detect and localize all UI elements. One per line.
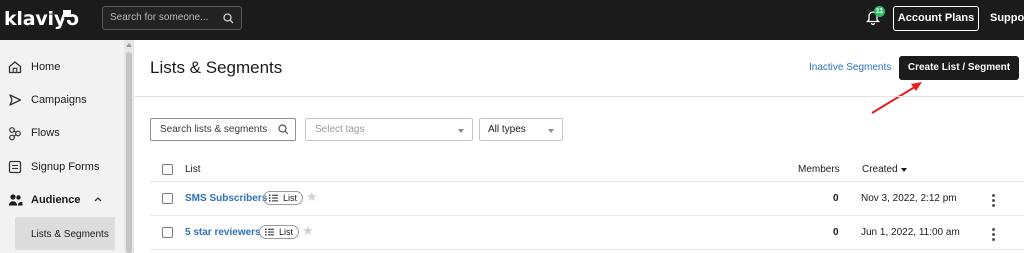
- more-options-icon[interactable]: [992, 194, 995, 209]
- flows-icon: [9, 127, 21, 141]
- sidebar-item-label: Signup Forms: [31, 161, 100, 173]
- select-all-checkbox[interactable]: [162, 164, 173, 175]
- row-checkbox[interactable]: [162, 193, 173, 204]
- types-select[interactable]: All types: [479, 118, 563, 141]
- page-title: Lists & Segments: [150, 58, 283, 77]
- sidebar-item-campaigns[interactable]: Campaigns: [0, 88, 124, 112]
- sidebar-scrollbar-thumb[interactable]: [126, 52, 132, 253]
- sidebar-item-home[interactable]: Home: [0, 55, 124, 79]
- list-type-badge: List: [259, 225, 300, 239]
- list-name-link[interactable]: 5 star reviewers: [185, 227, 261, 238]
- sort-desc-icon[interactable]: [901, 168, 907, 172]
- members-count: 0: [833, 227, 839, 238]
- account-plans-button[interactable]: Account Plans: [893, 6, 979, 31]
- search-icon: [278, 124, 289, 135]
- list-name-link[interactable]: SMS Subscribers: [185, 193, 267, 204]
- tags-select[interactable]: Select tags: [305, 118, 473, 141]
- types-select-value: All types: [488, 124, 526, 135]
- notification-badge: 11: [874, 6, 885, 17]
- top-bar: klaviyo Search for someone... 11 Account…: [0, 0, 1024, 40]
- created-date: Nov 3, 2022, 2:12 pm: [861, 193, 957, 204]
- scroll-up-arrow-icon[interactable]: [126, 43, 132, 47]
- star-icon[interactable]: ★: [306, 189, 318, 205]
- lists-search-input[interactable]: Search lists & segments: [150, 118, 296, 141]
- row-checkbox[interactable]: [162, 227, 173, 238]
- column-header-members[interactable]: Members: [798, 164, 840, 175]
- row-divider: [150, 249, 1024, 250]
- sidebar-item-label: Home: [31, 61, 61, 73]
- global-search-input[interactable]: Search for someone...: [102, 6, 242, 30]
- search-icon: [223, 13, 234, 24]
- table-header-divider: [150, 181, 1024, 182]
- list-icon: [265, 228, 274, 236]
- created-date: Jun 1, 2022, 11:00 am: [861, 227, 960, 238]
- list-icon: [269, 194, 278, 202]
- sidebar-item-flows[interactable]: Flows: [0, 121, 124, 145]
- list-type-label: List: [279, 227, 294, 237]
- members-count: 0: [833, 193, 839, 204]
- audience-icon: [8, 194, 23, 206]
- support-link[interactable]: Support: [990, 12, 1024, 24]
- sidebar-subitem-lists-segments[interactable]: Lists & Segments: [15, 217, 115, 250]
- chevron-down-icon: [458, 129, 464, 133]
- column-header-created[interactable]: Created: [862, 164, 898, 175]
- form-icon: [8, 160, 22, 174]
- list-type-label: List: [283, 193, 298, 203]
- column-header-list[interactable]: List: [185, 164, 201, 175]
- sidebar-item-signup-forms[interactable]: Signup Forms: [0, 155, 124, 179]
- more-options-icon[interactable]: [992, 228, 995, 243]
- logo-flag-icon: [63, 10, 71, 20]
- list-type-badge: List: [263, 191, 304, 205]
- star-icon[interactable]: ★: [302, 223, 314, 239]
- send-icon: [9, 94, 22, 106]
- home-icon: [8, 61, 22, 74]
- row-divider: [150, 215, 1024, 216]
- lists-search-placeholder: Search lists & segments: [160, 124, 268, 135]
- sidebar-item-audience[interactable]: Audience: [0, 188, 124, 212]
- sidebar-item-label: Campaigns: [31, 94, 87, 106]
- sidebar-item-label: Audience: [31, 194, 81, 206]
- sidebar-item-label: Flows: [31, 127, 60, 139]
- annotation-arrow: [871, 82, 922, 114]
- sidebar-subitem-label: Lists & Segments: [31, 229, 109, 240]
- chevron-down-icon: [548, 129, 554, 133]
- chevron-up-icon[interactable]: [94, 196, 102, 202]
- header-divider: [134, 96, 1024, 97]
- inactive-segments-link[interactable]: Inactive Segments: [809, 62, 891, 73]
- global-search-placeholder: Search for someone...: [110, 12, 209, 23]
- tags-select-placeholder: Select tags: [315, 124, 365, 135]
